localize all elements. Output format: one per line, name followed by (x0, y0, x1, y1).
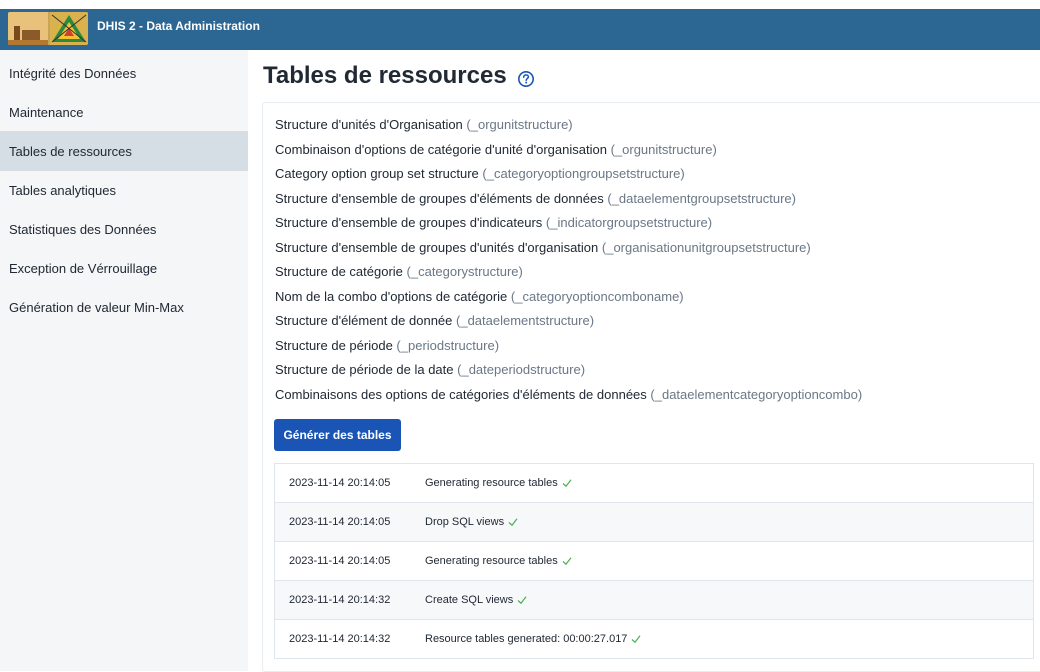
sidebar: Intégrité des Données Maintenance Tables… (0, 50, 248, 671)
table-code: (_periodstructure) (396, 337, 500, 353)
list-item: Structure d'ensemble de groupes d'élémen… (275, 187, 862, 212)
table-code: (_categoryoptiongroupsetstructure) (482, 166, 685, 181)
list-item: Structure d'ensemble de groupes d'unités… (275, 236, 862, 261)
log-message: Create SQL views (425, 594, 527, 606)
log-message: Resource tables generated: 00:00:27.017 (425, 633, 641, 645)
check-icon (508, 518, 518, 527)
header-bar: DHIS 2 - Data Administration (0, 0, 1040, 50)
table-name: Combinaison d'options de catégorie d'uni… (275, 141, 607, 157)
log-timestamp: 2023-11-14 20:14:05 (289, 477, 391, 489)
app-logo[interactable] (8, 12, 88, 45)
table-code: (_categoryoptioncomboname) (510, 288, 684, 304)
table-name: Combinaisons des options de catégories d… (275, 386, 647, 402)
app-title: DHIS 2 - Data Administration (97, 19, 260, 33)
sidebar-item-data-statistics[interactable]: Statistiques des Données (0, 209, 248, 249)
log-message-text: Generating resource tables (425, 555, 558, 567)
log-timestamp: 2023-11-14 20:14:05 (289, 516, 391, 528)
table-code: (_categorystructure) (406, 264, 523, 279)
table-name: Structure de catégorie (275, 264, 403, 279)
log-row: 2023-11-14 20:14:32 Resource tables gene… (275, 620, 1033, 659)
table-name: Structure d'ensemble de groupes d'élémen… (275, 190, 604, 206)
table-name: Structure d'unités d'Organisation (275, 117, 463, 132)
table-name: Structure de période (275, 337, 393, 353)
check-icon (562, 557, 572, 566)
table-code: (_dataelementstructure) (456, 313, 595, 328)
table-name: Structure d'ensemble de groupes d'unités… (275, 239, 599, 255)
log-row: 2023-11-14 20:14:05 Drop SQL views (275, 503, 1033, 542)
sidebar-item-data-integrity[interactable]: Intégrité des Données (0, 53, 248, 93)
list-item: Combinaison d'options de catégorie d'uni… (275, 138, 862, 163)
list-item: Structure de période (_periodstructure) (275, 334, 862, 359)
sidebar-item-maintenance[interactable]: Maintenance (0, 92, 248, 132)
log-timestamp: 2023-11-14 20:14:32 (289, 633, 391, 645)
sidebar-item-analytics-tables[interactable]: Tables analytiques (0, 170, 248, 210)
generate-tables-button[interactable]: Générer des tables (274, 419, 401, 451)
list-item: Structure de période de la date (_datepe… (275, 358, 862, 383)
check-icon (632, 635, 641, 644)
table-code: (_dataelementcategoryoptioncombo) (650, 386, 863, 402)
table-name: Structure d'élément de donnée (275, 313, 453, 328)
check-icon (562, 479, 572, 488)
log-message-text: Generating resource tables (425, 477, 558, 489)
page-title: Tables de ressources (263, 62, 507, 89)
resource-tables-list: Structure d'unités d'Organisation (_orgu… (275, 113, 862, 407)
list-item: Structure de catégorie (_categorystructu… (275, 260, 862, 285)
log-row: 2023-11-14 20:14:05 Generating resource … (275, 542, 1033, 581)
table-code: (_dateperiodstructure) (457, 362, 586, 377)
list-item: Structure d'élément de donnée (_dataelem… (275, 309, 862, 334)
table-code: (_indicatorgroupsetstructure) (545, 215, 713, 230)
generation-log: 2023-11-14 20:14:05 Generating resource … (274, 463, 1034, 659)
table-name: Nom de la combo d'options de catégorie (275, 288, 508, 304)
log-message: Generating resource tables (425, 555, 572, 567)
list-item: Combinaisons des options de catégories d… (275, 383, 862, 408)
list-item: Structure d'unités d'Organisation (_orgu… (275, 113, 862, 138)
log-timestamp: 2023-11-14 20:14:32 (289, 594, 391, 606)
resource-tables-card: Structure d'unités d'Organisation (_orgu… (262, 102, 1040, 672)
log-message-text: Resource tables generated: 00:00:27.017 (425, 633, 628, 645)
list-item: Structure d'ensemble de groupes d'indica… (275, 211, 862, 236)
table-name: Structure d'ensemble de groupes d'indica… (275, 215, 543, 230)
table-name: Category option group set structure (275, 166, 479, 181)
table-code: (_dataelementgroupsetstructure) (607, 190, 796, 206)
sidebar-item-resource-tables[interactable]: Tables de ressources (0, 131, 248, 171)
log-message: Drop SQL views (425, 516, 518, 528)
log-row: 2023-11-14 20:14:05 Generating resource … (275, 464, 1033, 503)
table-code: (_organisationunitgroupsetstructure) (601, 239, 811, 255)
top-strip (0, 0, 1040, 9)
table-name: Structure de période de la date (275, 362, 454, 377)
table-code: (_orgunitstructure) (610, 141, 717, 157)
sidebar-item-lock-exception[interactable]: Exception de Vérrouillage (0, 248, 248, 288)
log-message: Generating resource tables (425, 477, 572, 489)
table-code: (_orgunitstructure) (466, 117, 573, 132)
log-row: 2023-11-14 20:14:32 Create SQL views (275, 581, 1033, 620)
list-item: Category option group set structure (_ca… (275, 162, 862, 187)
list-item: Nom de la combo d'options de catégorie (… (275, 285, 862, 310)
main-content: Tables de ressources Structure d'unités … (248, 50, 1040, 672)
log-message-text: Drop SQL views (425, 516, 505, 528)
check-icon (517, 596, 527, 605)
sidebar-item-min-max-generation[interactable]: Génération de valeur Min-Max (0, 287, 248, 327)
log-message-text: Create SQL views (425, 594, 514, 606)
help-circle-icon[interactable] (517, 70, 535, 88)
log-timestamp: 2023-11-14 20:14:05 (289, 555, 391, 567)
